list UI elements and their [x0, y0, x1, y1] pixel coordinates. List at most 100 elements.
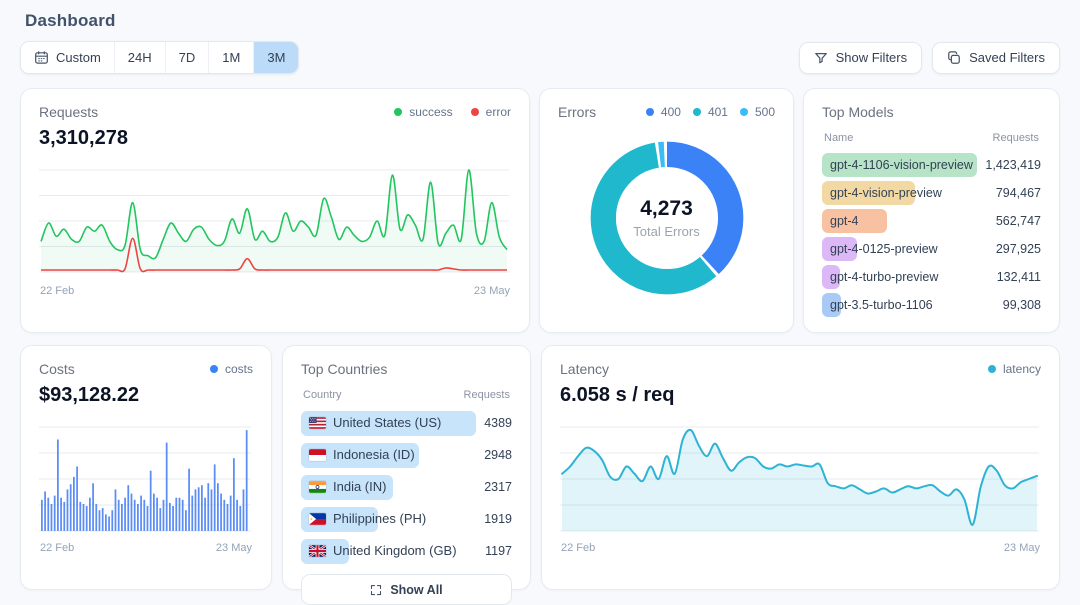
top-countries-col-requests: Requests — [464, 389, 510, 401]
saved-filters-button[interactable]: Saved Filters — [932, 42, 1060, 74]
latency-card-title: Latency — [560, 361, 609, 377]
latency-chart — [560, 419, 1039, 539]
country-label: United States (US) — [333, 415, 441, 430]
country-name: Philippines (PH) — [301, 511, 426, 526]
time-range-custom[interactable]: Custom — [21, 42, 115, 73]
legend-dot-icon — [210, 365, 218, 373]
country-label: Philippines (PH) — [333, 511, 426, 526]
time-range-3m[interactable]: 3M — [254, 42, 298, 73]
time-range-label: 7D — [179, 50, 196, 65]
dashboard-page: Dashboard Custom 24H 7D 1M 3M Show Filters S… — [0, 0, 1080, 590]
requests-chart — [39, 162, 509, 282]
flag-id-icon — [309, 449, 326, 461]
legend-label: error — [486, 105, 511, 119]
costs-card-title: Costs — [39, 361, 75, 377]
calendar-icon — [34, 50, 49, 65]
show-all-button[interactable]: Show All — [301, 574, 512, 605]
top-models-col-name: Name — [824, 132, 853, 144]
requests-x-start: 22 Feb — [40, 285, 74, 297]
country-name: United Kingdom (GB) — [301, 543, 457, 558]
legend-label: latency — [1003, 362, 1041, 376]
country-row: India (IN)2317 — [301, 474, 512, 499]
costs-legend: costs — [210, 362, 253, 376]
model-name: gpt-4 — [822, 214, 859, 228]
page-title: Dashboard — [20, 0, 1060, 31]
legend-dot-icon — [471, 108, 479, 116]
country-label: Indonesia (ID) — [333, 447, 415, 462]
top-countries-header: Country Requests — [301, 389, 512, 401]
legend-dot-icon — [740, 108, 748, 116]
model-name: gpt-4-1106-vision-preview — [822, 158, 973, 172]
top-models-col-requests: Requests — [993, 132, 1039, 144]
latency-x-axis: 22 Feb 23 May — [560, 542, 1041, 554]
legend-dot-icon — [646, 108, 654, 116]
costs-chart — [39, 419, 251, 539]
country-name-cell: Indonesia (ID) — [301, 443, 476, 467]
errors-donut: 4,273 Total Errors — [578, 129, 756, 307]
errors-total-subtitle: Total Errors — [633, 224, 699, 239]
model-name-cell: gpt-4-vision-preview — [822, 181, 988, 205]
costs-x-start: 22 Feb — [40, 542, 74, 554]
costs-card: Costs costs $93,128.22 22 Feb 23 May — [20, 345, 272, 590]
country-requests-value: 1919 — [484, 512, 512, 526]
model-row: gpt-4 562,747 — [822, 209, 1041, 233]
latency-value: 6.058 s / req — [560, 384, 1041, 407]
legend-item-401: 401 — [693, 105, 728, 119]
country-name: Indonesia (ID) — [301, 447, 415, 462]
top-countries-card: Top Countries Country Requests United St… — [282, 345, 531, 590]
country-name: India (IN) — [301, 479, 386, 494]
model-requests-value: 1,423,419 — [985, 158, 1041, 172]
model-requests-value: 562,747 — [996, 214, 1041, 228]
toolbar: Custom 24H 7D 1M 3M Show Filters Saved Filte… — [20, 41, 1060, 74]
costs-total-value: $93,128.22 — [39, 384, 253, 407]
legend-label: 400 — [661, 105, 681, 119]
funnel-icon — [814, 51, 828, 65]
country-name-cell: United Kingdom (GB) — [301, 539, 477, 563]
model-name: gpt-4-turbo-preview — [822, 270, 938, 284]
errors-card-title: Errors — [558, 104, 596, 120]
time-range-1m[interactable]: 1M — [209, 42, 254, 73]
top-models-header: Name Requests — [822, 132, 1041, 144]
legend-item-error: error — [471, 105, 511, 119]
flag-ph-icon — [309, 513, 326, 525]
time-range-label: 1M — [222, 50, 240, 65]
requests-x-end: 23 May — [474, 285, 510, 297]
flag-gb-icon — [309, 545, 326, 557]
country-name: United States (US) — [301, 415, 441, 430]
latency-x-end: 23 May — [1004, 542, 1040, 554]
costs-x-axis: 22 Feb 23 May — [39, 542, 253, 554]
time-range-label: 24H — [128, 50, 152, 65]
requests-card: Requests successerror 3,310,278 22 Feb 2… — [20, 88, 530, 333]
dashboard-grid-row-2: Costs costs $93,128.22 22 Feb 23 May Top… — [20, 345, 1060, 590]
country-label: United Kingdom (GB) — [333, 543, 457, 558]
model-requests-value: 794,467 — [996, 186, 1041, 200]
time-range-label: Custom — [56, 50, 101, 65]
country-row: Philippines (PH) 1919 — [301, 506, 512, 531]
model-requests-value: 132,411 — [997, 270, 1041, 284]
country-requests-value: 4389 — [484, 416, 512, 430]
time-range-7d[interactable]: 7D — [166, 42, 210, 73]
legend-label: 500 — [755, 105, 775, 119]
expand-icon — [370, 584, 382, 596]
country-name-cell: United States (US) — [301, 411, 476, 435]
model-name-cell: gpt-4-turbo-preview — [822, 265, 989, 289]
model-name: gpt-4-0125-preview — [822, 242, 938, 256]
model-row: gpt-3.5-turbo-110699,308 — [822, 293, 1041, 317]
time-range-label: 3M — [267, 50, 285, 65]
time-range-24h[interactable]: 24H — [115, 42, 166, 73]
legend-item-latency: latency — [988, 362, 1041, 376]
legend-item-costs: costs — [210, 362, 253, 376]
legend-dot-icon — [693, 108, 701, 116]
country-row: United States (US) 4389 — [301, 410, 512, 435]
model-row: gpt-4-turbo-preview 132,411 — [822, 265, 1041, 289]
latency-x-start: 22 Feb — [561, 542, 595, 554]
show-filters-button[interactable]: Show Filters — [799, 42, 923, 74]
dashboard-grid-row-1: Requests successerror 3,310,278 22 Feb 2… — [20, 88, 1060, 333]
legend-label: costs — [225, 362, 253, 376]
model-name-cell: gpt-4-0125-preview — [822, 237, 988, 261]
requests-legend: success error — [394, 105, 511, 119]
copy-icon — [947, 51, 961, 65]
country-name-cell: India (IN) — [301, 475, 476, 499]
saved-filters-label: Saved Filters — [969, 50, 1045, 65]
legend-label: success — [409, 105, 452, 119]
